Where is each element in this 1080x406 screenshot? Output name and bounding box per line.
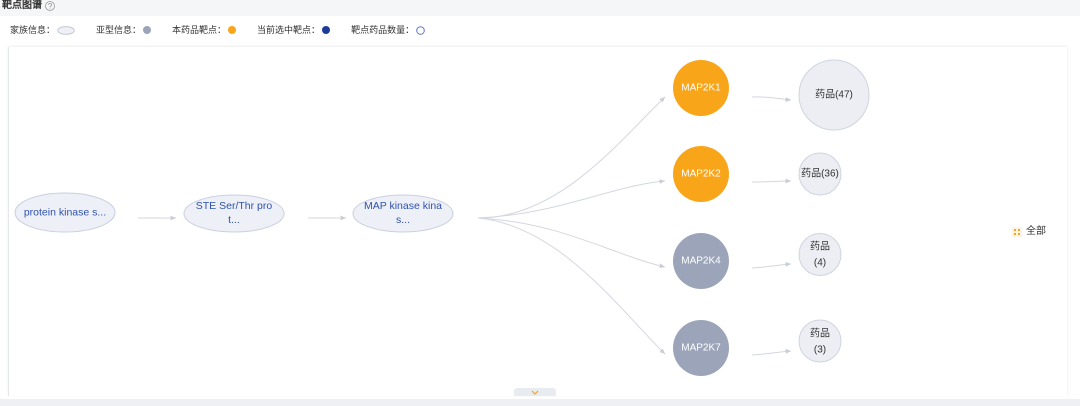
family-node-ste-ser-thr[interactable]: STE Ser/Thr pro t...	[183, 194, 285, 233]
legend-item-drug-target: 本药品靶点：	[172, 24, 237, 36]
target-node-map2k1[interactable]: MAP2K1	[673, 60, 729, 116]
grid-icon	[1012, 227, 1022, 237]
target-node-label: MAP2K7	[681, 343, 721, 354]
legend-label: 当前选中靶点：	[257, 25, 321, 35]
drug-count-label: 药品(36)	[801, 168, 839, 180]
family-node-map-kinase-kinase[interactable]: MAP kinase kina s...	[352, 194, 454, 233]
dot-icon	[143, 26, 152, 34]
drug-count-label: 药品(47)	[815, 89, 853, 101]
target-node-map2k4[interactable]: MAP2K4	[673, 233, 729, 289]
legend-label: 靶点药品数量：	[351, 25, 415, 35]
drug-count-node-shape	[798, 233, 842, 276]
drug-count-label: (4)	[814, 258, 826, 269]
legend-label: 家族信息：	[10, 25, 56, 35]
legend-item-family: 家族信息：	[10, 24, 75, 36]
family-node-protein-kinase[interactable]: protein kinase s...	[14, 192, 116, 233]
dot-icon	[228, 26, 237, 34]
ellipse-outline-icon	[57, 25, 75, 35]
family-node-label: MAP kinase kina	[364, 200, 442, 212]
drug-count-label: 药品	[810, 241, 830, 253]
legend-item-drug-count: 靶点药品数量：	[351, 24, 425, 36]
filter-all-button[interactable]: 全部	[1012, 226, 1046, 238]
drug-count-node-map2k7[interactable]: 药品 (3)	[798, 319, 842, 363]
family-node-label: t...	[228, 214, 240, 226]
legend-item-selected-target: 当前选中靶点：	[257, 24, 331, 36]
dot-icon	[322, 26, 331, 34]
legend: 家族信息： 亚型信息： 本药品靶点： 当前选中靶点： 靶点药品数量：	[10, 24, 446, 36]
drug-count-node-map2k2[interactable]: 药品(36)	[798, 152, 842, 196]
target-node-label: MAP2K2	[681, 169, 721, 180]
family-node-label: protein kinase s...	[24, 207, 106, 219]
family-node-label: s...	[396, 214, 410, 226]
drug-count-node-map2k1[interactable]: 药品(47)	[798, 59, 870, 131]
collapse-toggle-button[interactable]	[514, 388, 556, 396]
drug-count-node-map2k4[interactable]: 药品 (4)	[798, 233, 842, 276]
chevron-down-icon	[531, 390, 539, 395]
legend-label: 本药品靶点：	[172, 25, 227, 35]
page-title: 靶点图谱	[2, 0, 42, 11]
legend-label: 亚型信息：	[96, 25, 142, 35]
question-circle-icon[interactable]	[45, 1, 55, 11]
target-node-map2k7[interactable]: MAP2K7	[673, 320, 729, 376]
target-map-canvas	[8, 47, 1067, 396]
filter-label: 全部	[1026, 226, 1046, 237]
hollow-circle-icon	[416, 25, 425, 35]
target-node-label: MAP2K4	[681, 256, 721, 267]
header-bar: 靶点图谱	[0, 0, 1080, 16]
target-node-map2k2[interactable]: MAP2K2	[673, 146, 729, 202]
drug-count-label: (3)	[814, 345, 826, 356]
family-node-label: STE Ser/Thr pro	[196, 200, 273, 212]
target-node-label: MAP2K1	[681, 83, 721, 94]
drug-count-node-shape	[798, 319, 842, 363]
legend-item-subtype: 亚型信息：	[96, 24, 152, 36]
drug-count-label: 药品	[810, 328, 830, 340]
